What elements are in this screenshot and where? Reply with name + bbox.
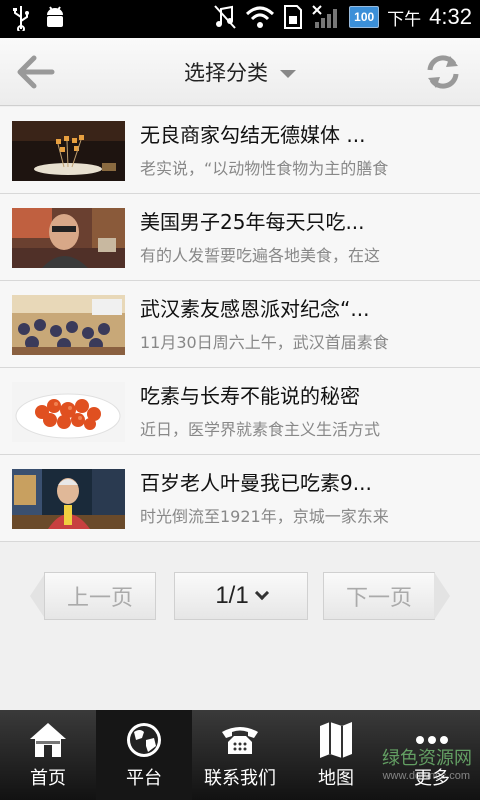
header-bar: 选择分类 [0, 38, 480, 106]
article-list: 无良商家勾结无德媒体 ... 老实说，“以动物性食物为主的膳食 美国男子25年每… [0, 107, 480, 542]
page-selector[interactable]: 1/1 [174, 572, 308, 620]
signal-icon [312, 5, 338, 28]
tab-home-label: 首页 [30, 768, 66, 789]
refresh-button[interactable] [422, 52, 464, 92]
music-muted-icon [214, 5, 236, 29]
list-item[interactable]: 武汉素友感恩派对纪念“... 11月30日周六上午，武汉首届素食 [0, 281, 480, 368]
article-thumbnail [12, 208, 125, 268]
map-icon [314, 720, 358, 760]
tab-platform-label: 平台 [126, 768, 162, 789]
category-selector[interactable]: 选择分类 [0, 38, 480, 106]
status-bar: 100 下午 4:32 [0, 0, 480, 38]
pagination: 上一页 1/1 下一页 [0, 572, 480, 622]
android-debug-icon [47, 6, 63, 27]
refresh-icon [427, 55, 459, 89]
article-title: 武汉素友感恩派对纪念“... [140, 297, 370, 321]
phone-icon [218, 720, 262, 760]
usb-icon [13, 6, 29, 31]
next-button-arrow [434, 572, 450, 620]
article-summary: 时光倒流至1921年，京城一家东来 [140, 507, 389, 526]
article-summary: 老实说，“以动物性食物为主的膳食 [140, 159, 389, 178]
article-summary: 有的人发誓要吃遍各地美食，在这 [140, 246, 381, 265]
clock-time: 4:32 [429, 4, 472, 29]
article-title: 百岁老人叶曼我已吃素9... [140, 471, 372, 495]
article-thumbnail [12, 121, 125, 181]
chevron-down-icon [254, 585, 269, 601]
tab-contact[interactable]: 联系我们 [192, 710, 288, 800]
article-title: 吃素与长寿不能说的秘密 [140, 384, 360, 408]
list-item[interactable]: 美国男子25年每天只吃... 有的人发誓要吃遍各地美食，在这 [0, 194, 480, 281]
article-thumbnail [12, 469, 125, 529]
tab-map[interactable]: 地图 [288, 710, 384, 800]
clock-ampm: 下午 [387, 9, 422, 30]
tab-home[interactable]: 首页 [0, 710, 96, 800]
page-indicator: 1/1 [215, 582, 249, 609]
globe-icon [122, 720, 166, 760]
tab-platform[interactable]: 平台 [96, 710, 192, 800]
tab-map-label: 地图 [318, 768, 354, 789]
list-item[interactable]: 百岁老人叶曼我已吃素9... 时光倒流至1921年，京城一家东来 [0, 455, 480, 542]
dropdown-caret-icon [280, 70, 296, 78]
article-summary: 近日，医学界就素食主义生活方式 [140, 420, 381, 439]
watermark-url: www.downcc.com [382, 770, 470, 782]
prev-page-button[interactable]: 上一页 [44, 572, 156, 620]
article-title: 美国男子25年每天只吃... [140, 210, 365, 234]
article-title: 无良商家勾结无德媒体 ... [140, 123, 366, 147]
next-page-button[interactable]: 下一页 [323, 572, 435, 620]
page-title: 选择分类 [184, 61, 268, 85]
tab-contact-label: 联系我们 [204, 768, 276, 789]
article-summary: 11月30日周六上午，武汉首届素食 [140, 333, 389, 352]
watermark-text: 绿色资源网 [382, 748, 472, 769]
home-icon [26, 720, 70, 760]
article-thumbnail [12, 382, 125, 442]
wifi-icon [246, 6, 275, 28]
battery-indicator: 100 [349, 6, 380, 28]
sim-card-icon [284, 5, 303, 29]
article-thumbnail [12, 295, 125, 355]
list-item[interactable]: 无良商家勾结无德媒体 ... 老实说，“以动物性食物为主的膳食 [0, 107, 480, 194]
list-item[interactable]: 吃素与长寿不能说的秘密 近日，医学界就素食主义生活方式 [0, 368, 480, 455]
